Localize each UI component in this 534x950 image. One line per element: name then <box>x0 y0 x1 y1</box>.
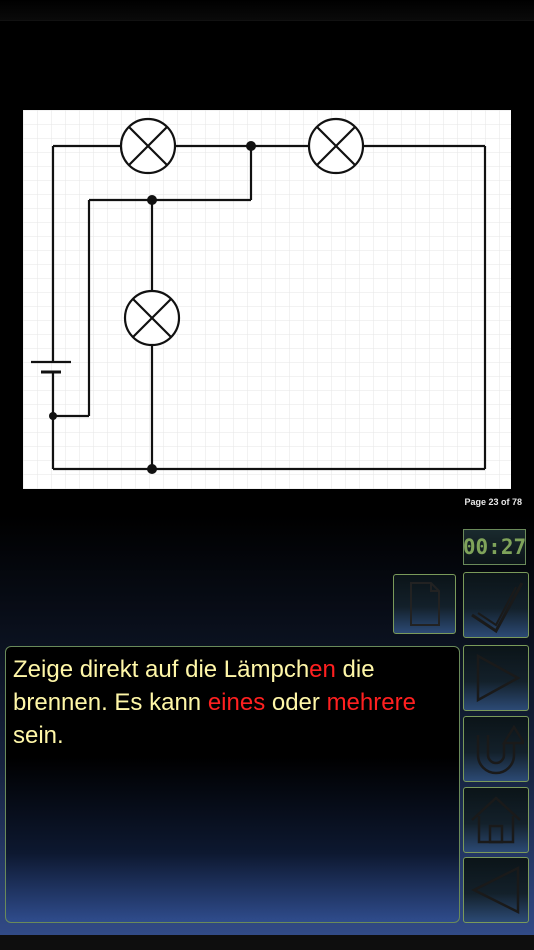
undo-button[interactable] <box>463 716 529 782</box>
back-button[interactable] <box>463 857 529 923</box>
timer-display: 00:27 <box>463 529 526 565</box>
instruction-text-3: oder <box>265 689 327 716</box>
home-button[interactable] <box>463 787 529 853</box>
page-indicator: Page 23 of 78 <box>464 497 522 507</box>
lamp-3 <box>123 289 181 347</box>
instruction-text-1: Zeige direkt auf die Lämpch <box>13 656 310 683</box>
bottom-strip <box>0 935 534 950</box>
document-button[interactable] <box>393 574 456 634</box>
circuit-diagram <box>23 110 511 489</box>
play-button[interactable] <box>463 645 529 711</box>
check-button[interactable] <box>463 572 529 638</box>
lamp-1 <box>119 117 177 175</box>
instruction-highlight-1: en <box>309 656 336 683</box>
lamp-2 <box>307 117 365 175</box>
instruction-text-4: sein. <box>13 722 64 749</box>
back-arrow-icon <box>471 865 520 915</box>
instruction-panel: Zeige direkt auf die Lämpchen die brenne… <box>5 646 460 923</box>
instruction-highlight-3: mehrere <box>326 689 416 716</box>
document-icon <box>409 582 440 626</box>
status-bar <box>0 0 534 21</box>
u-turn-icon <box>476 724 524 775</box>
instruction-highlight-2: eines <box>207 689 266 716</box>
home-icon <box>471 796 521 844</box>
checkmark-icon <box>471 582 524 634</box>
play-icon <box>476 653 521 703</box>
